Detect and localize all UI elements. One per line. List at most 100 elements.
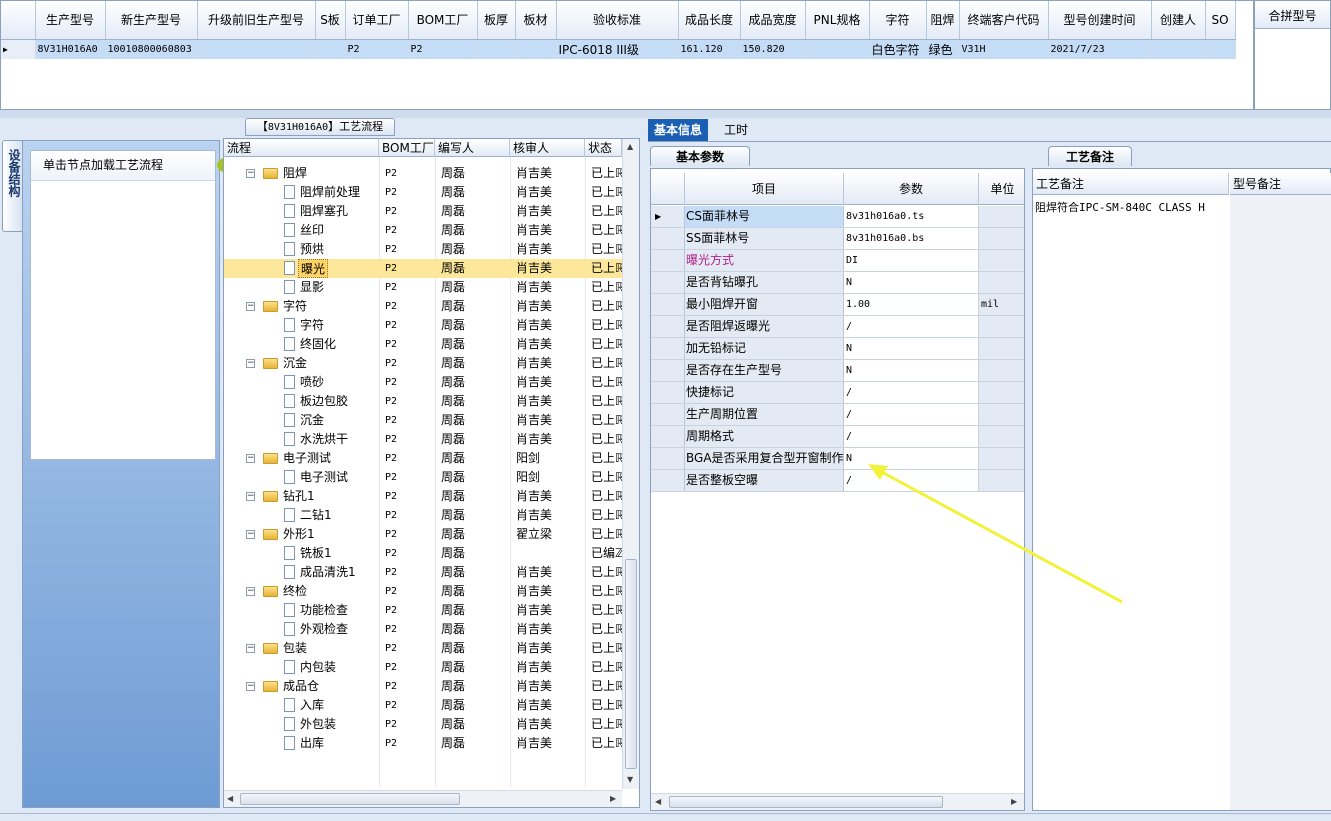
param-value[interactable]: N	[844, 272, 979, 293]
grid-cell[interactable]	[1151, 39, 1206, 59]
tree-horizontal-scrollbar[interactable]: ◀ ▶	[224, 790, 622, 807]
tree-row[interactable]: 成品清洗1 P2 周磊 肖吉美 已上ℝ	[224, 563, 625, 582]
tree-row[interactable]: 阻焊前处理 P2 周磊 肖吉美 已上ℝ	[224, 183, 625, 202]
param-value[interactable]: /	[844, 382, 979, 403]
tree-node-label[interactable]: 包装	[281, 639, 309, 658]
param-row[interactable]: 是否存在生产型号 N	[651, 360, 1024, 382]
tree-col-status[interactable]: 状态	[585, 139, 622, 157]
grid-col-header[interactable]: 型号创建时间	[1048, 1, 1152, 40]
tree-node-label[interactable]: 二钻1	[298, 506, 334, 525]
tree-row[interactable]: 显影 P2 周磊 肖吉美 已上ℝ	[224, 278, 625, 297]
param-value[interactable]: 8v31h016a0.bs	[844, 228, 979, 249]
param-value[interactable]: N	[844, 360, 979, 381]
param-row[interactable]: 是否阻焊返曝光 /	[651, 316, 1024, 338]
tree-node-label[interactable]: 外观检查	[298, 620, 350, 639]
scroll-left-icon[interactable]: ◀	[655, 797, 661, 806]
grid-col-header[interactable]: 阻焊	[926, 1, 960, 40]
grid-col-header[interactable]: 板厚	[477, 1, 516, 40]
process-tree-grid[interactable]: 流程 BOM工厂 编写人 核审人 状态 − 阻焊 P2 周磊 肖吉美 已上ℝ 阻焊前处理 P2…	[223, 138, 640, 808]
grid-cell[interactable]: 2021/7/23	[1048, 39, 1152, 59]
params-col-unit[interactable]: 单位	[979, 173, 1024, 205]
param-value[interactable]: 8v31h016a0.ts	[844, 206, 979, 227]
param-row[interactable]: 快捷标记 /	[651, 382, 1024, 404]
notes-col-model[interactable]: 型号备注	[1230, 173, 1331, 195]
param-row[interactable]: SS面菲林号 8v31h016a0.bs	[651, 228, 1024, 250]
tree-row[interactable]: 电子测试 P2 周磊 阳剑 已上ℝ	[224, 468, 625, 487]
grid-cell[interactable]: 白色字符	[869, 39, 927, 59]
grid-cell[interactable]: IPC-6018 III级	[556, 39, 679, 59]
param-row[interactable]: 周期格式 /	[651, 426, 1024, 448]
tree-row[interactable]: 阻焊塞孔 P2 周磊 肖吉美 已上ℝ	[224, 202, 625, 221]
grid-col-header[interactable]: 订单工厂	[345, 1, 409, 40]
tree-row[interactable]: 铣板1 P2 周磊 已编ℤ	[224, 544, 624, 563]
param-row[interactable]: 最小阻焊开窗 1.00 mil	[651, 294, 1024, 316]
tree-row[interactable]: 曝光 P2 周磊 肖吉美 已上ℝ	[224, 259, 625, 278]
tree-row[interactable]: − 阻焊 P2 周磊 肖吉美 已上ℝ	[224, 164, 625, 183]
tree-col-bom[interactable]: BOM工厂	[379, 139, 435, 157]
tree-node-label[interactable]: 功能检查	[298, 601, 350, 620]
grid-cell[interactable]	[1205, 39, 1236, 59]
params-horizontal-scrollbar[interactable]: ◀ ▶	[651, 793, 1024, 810]
param-value[interactable]: /	[844, 426, 979, 447]
tree-node-label[interactable]: 成品仓	[281, 677, 321, 696]
tree-row[interactable]: 终固化 P2 周磊 肖吉美 已上ℝ	[224, 335, 625, 354]
tree-row[interactable]: 内包装 P2 周磊 肖吉美 已上ℝ	[224, 658, 625, 677]
tree-scroll-thumb[interactable]	[625, 559, 637, 769]
tree-row[interactable]: − 外形1 P2 周磊 翟立梁 已上ℝ	[224, 525, 625, 544]
tree-node-label[interactable]: 入库	[298, 696, 326, 715]
process-note-cell[interactable]: 阻焊符合IPC-SM-840C CLASS H	[1035, 199, 1205, 215]
tree-row[interactable]: 入库 P2 周磊 肖吉美 已上ℝ	[224, 696, 625, 715]
grid-col-header[interactable]: SO	[1205, 1, 1236, 40]
tree-node-label[interactable]: 喷砂	[298, 373, 326, 392]
tree-row[interactable]: 丝印 P2 周磊 肖吉美 已上ℝ	[224, 221, 625, 240]
tree-row[interactable]: 字符 P2 周磊 肖吉美 已上ℝ	[224, 316, 625, 335]
grid-col-header[interactable]: 终端客户代码	[959, 1, 1049, 40]
param-value[interactable]: /	[844, 316, 979, 337]
grid-cell[interactable]: 8V31H016A0	[35, 39, 106, 59]
grid-cell[interactable]	[197, 39, 316, 59]
tree-hscroll-thumb[interactable]	[240, 793, 460, 805]
grid-col-header[interactable]: 升级前旧生产型号	[197, 1, 316, 40]
collapse-icon[interactable]: −	[246, 169, 255, 178]
grid-cell[interactable]	[477, 39, 516, 59]
tree-node-label[interactable]: 钻孔1	[281, 487, 317, 506]
tree-row[interactable]: 预烘 P2 周磊 肖吉美 已上ℝ	[224, 240, 625, 259]
param-row[interactable]: 加无铅标记 N	[651, 338, 1024, 360]
tree-node-label[interactable]: 终固化	[298, 335, 338, 354]
params-col-value[interactable]: 参数	[844, 173, 979, 205]
grid-col-header[interactable]: S板	[315, 1, 346, 40]
collapse-icon[interactable]: −	[246, 587, 255, 596]
grid-col-header[interactable]: 生产型号	[35, 1, 106, 40]
tree-node-label[interactable]: 预烘	[298, 240, 326, 259]
scroll-right-icon[interactable]: ▶	[610, 794, 616, 803]
tree-node-label[interactable]: 显影	[298, 278, 326, 297]
tree-node-label[interactable]: 水洗烘干	[298, 430, 350, 449]
tree-row[interactable]: − 终检 P2 周磊 肖吉美 已上ℝ	[224, 582, 625, 601]
tree-node-label[interactable]: 铣板1	[298, 544, 334, 563]
tree-row[interactable]: 板边包胶 P2 周磊 肖吉美 已上ℝ	[224, 392, 625, 411]
model-grid[interactable]: 生产型号 新生产型号 升级前旧生产型号 S板 订单工厂 BOM工厂 板厚 板材 验收标准 成品长度…	[0, 0, 1254, 110]
tree-row[interactable]: − 钻孔1 P2 周磊 肖吉美 已上ℝ	[224, 487, 625, 506]
param-value[interactable]: 1.00	[844, 294, 979, 315]
tab-device-structure[interactable]: 设备结构	[2, 140, 22, 232]
tree-vertical-scrollbar[interactable]: ▲ ▼	[622, 139, 639, 789]
tree-row[interactable]: 沉金 P2 周磊 肖吉美 已上ℝ	[224, 411, 625, 430]
collapse-icon[interactable]: −	[246, 530, 255, 539]
tree-node-label[interactable]: 阻焊前处理	[298, 183, 362, 202]
param-row[interactable]: ▶ CS面菲林号 8v31h016a0.ts	[651, 206, 1024, 228]
tree-row[interactable]: 水洗烘干 P2 周磊 肖吉美 已上ℝ	[224, 430, 625, 449]
grid-cell[interactable]: 10010800060803	[105, 39, 198, 59]
tree-node-label[interactable]: 外形1	[281, 525, 317, 544]
tree-row[interactable]: 功能检查 P2 周磊 肖吉美 已上ℝ	[224, 601, 625, 620]
tree-col-reviewer[interactable]: 核审人	[510, 139, 585, 157]
tree-node-label[interactable]: 电子测试	[281, 449, 333, 468]
grid-cell[interactable]: 161.120	[678, 39, 741, 59]
collapse-icon[interactable]: −	[246, 454, 255, 463]
tree-node-label[interactable]: 出库	[298, 734, 326, 753]
grid-cell[interactable]: P2	[408, 39, 478, 59]
tree-node-label[interactable]: 曝光	[298, 259, 329, 278]
tree-node-label[interactable]: 沉金	[298, 411, 326, 430]
tab-basic-info[interactable]: 基本信息	[648, 119, 709, 141]
tree-row[interactable]: − 沉金 P2 周磊 肖吉美 已上ℝ	[224, 354, 625, 373]
grid-cell[interactable]: 150.820	[740, 39, 806, 59]
